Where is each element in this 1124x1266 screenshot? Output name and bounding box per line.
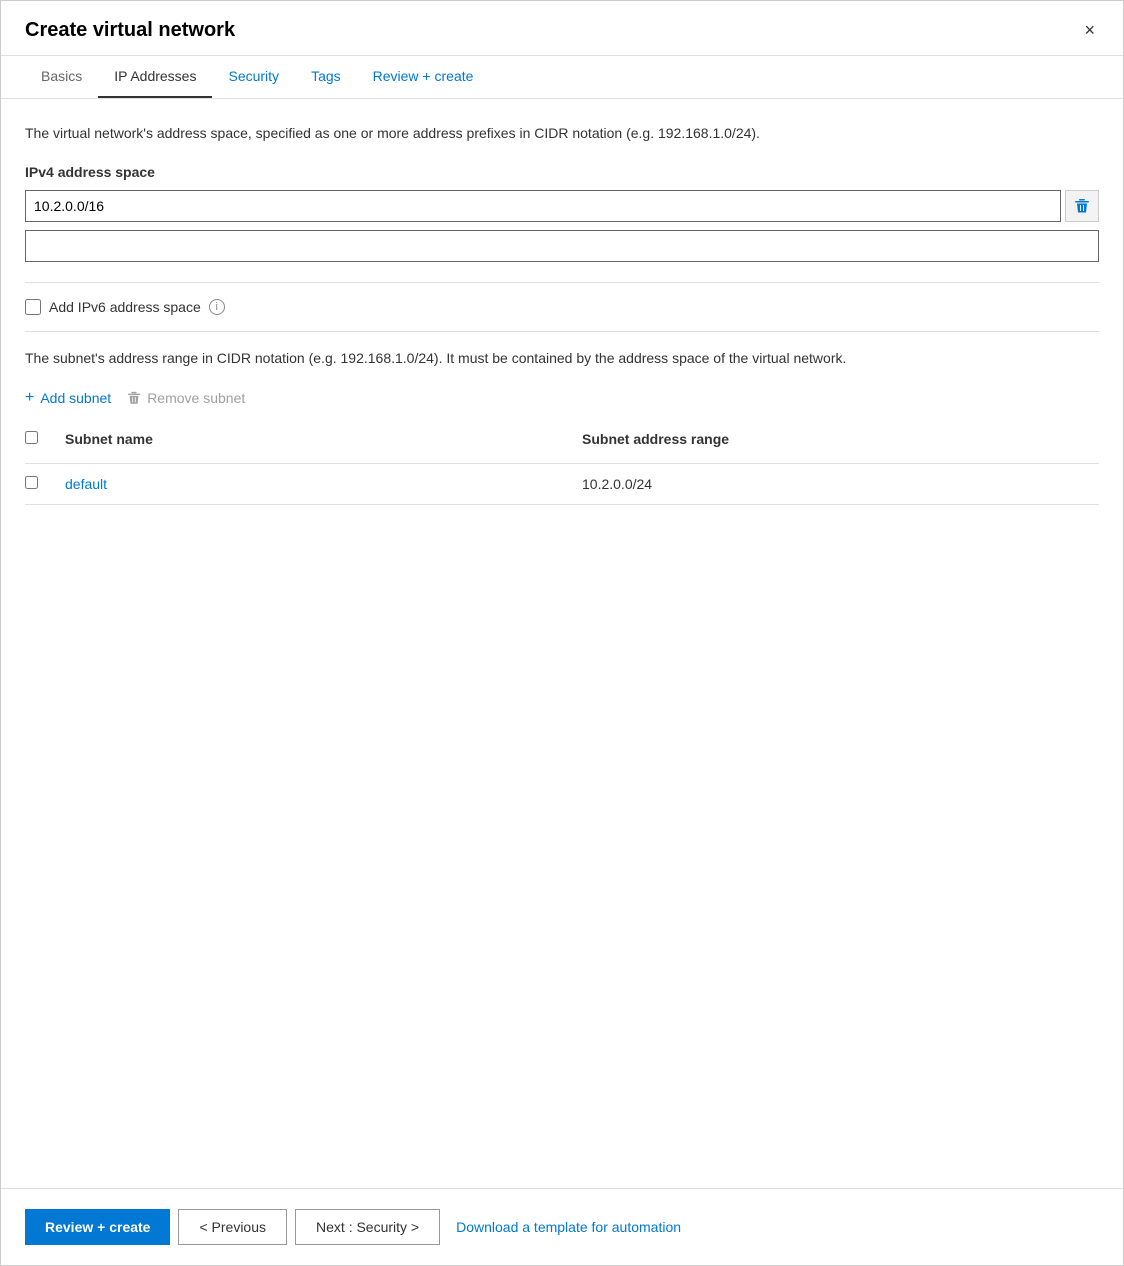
dialog-title: Create virtual network <box>25 19 235 42</box>
row-checkbox-cell <box>25 464 65 504</box>
ipv4-address-input[interactable] <box>25 190 1061 222</box>
subnet-address-range-cell: 10.2.0.0/24 <box>582 464 1099 504</box>
ipv4-input-row <box>25 190 1099 222</box>
trash-icon-gray <box>127 391 141 405</box>
subnet-actions: + Add subnet Remove subnet <box>25 389 1099 407</box>
trash-icon <box>1074 198 1090 214</box>
ipv4-section: IPv4 address space <box>25 164 1099 262</box>
address-space-description: The virtual network's address space, spe… <box>25 123 1099 144</box>
tab-ip-addresses[interactable]: IP Addresses <box>98 56 212 98</box>
subnet-name-cell: default <box>65 464 582 504</box>
subnet-table: Subnet name Subnet address range default… <box>25 423 1099 505</box>
remove-subnet-label: Remove subnet <box>147 390 245 406</box>
row-checkbox[interactable] <box>25 476 38 489</box>
ipv4-label: IPv4 address space <box>25 164 1099 180</box>
main-content: The virtual network's address space, spe… <box>1 99 1123 1188</box>
footer: Review + create < Previous Next : Securi… <box>1 1188 1123 1265</box>
previous-button[interactable]: < Previous <box>178 1209 287 1245</box>
create-virtual-network-dialog: Create virtual network × Basics IP Addre… <box>0 0 1124 1266</box>
tab-tags[interactable]: Tags <box>295 56 357 98</box>
subnet-address-range-header: Subnet address range <box>582 423 1099 455</box>
ipv4-second-input-row <box>25 230 1099 262</box>
ipv6-checkbox-label[interactable]: Add IPv6 address space <box>49 299 201 315</box>
download-template-link[interactable]: Download a template for automation <box>456 1219 681 1235</box>
tab-bar: Basics IP Addresses Security Tags Review… <box>1 56 1123 99</box>
review-create-button[interactable]: Review + create <box>25 1209 170 1245</box>
divider-2 <box>25 331 1099 332</box>
subnet-name-header: Subnet name <box>65 423 582 455</box>
table-row: default 10.2.0.0/24 <box>25 464 1099 505</box>
add-subnet-label: Add subnet <box>40 390 111 406</box>
tab-basics[interactable]: Basics <box>25 56 98 98</box>
tab-review-create[interactable]: Review + create <box>357 56 490 98</box>
select-all-checkbox[interactable] <box>25 431 38 444</box>
subnet-table-header: Subnet name Subnet address range <box>25 423 1099 464</box>
header-checkbox-col <box>25 423 65 455</box>
add-subnet-button[interactable]: + Add subnet <box>25 389 111 407</box>
ipv6-checkbox-row: Add IPv6 address space i <box>25 299 1099 315</box>
delete-ipv4-button[interactable] <box>1065 190 1099 222</box>
remove-subnet-button[interactable]: Remove subnet <box>127 390 245 406</box>
plus-icon: + <box>25 389 34 407</box>
ipv6-checkbox[interactable] <box>25 299 41 315</box>
close-button[interactable]: × <box>1080 17 1099 43</box>
subnet-name-link[interactable]: default <box>65 476 107 492</box>
ipv6-info-icon[interactable]: i <box>209 299 225 315</box>
tab-security[interactable]: Security <box>212 56 295 98</box>
dialog-header: Create virtual network × <box>1 1 1123 56</box>
subnet-description: The subnet's address range in CIDR notat… <box>25 348 1099 369</box>
ipv4-address-input-2[interactable] <box>25 230 1099 262</box>
divider-1 <box>25 282 1099 283</box>
next-security-button[interactable]: Next : Security > <box>295 1209 440 1245</box>
